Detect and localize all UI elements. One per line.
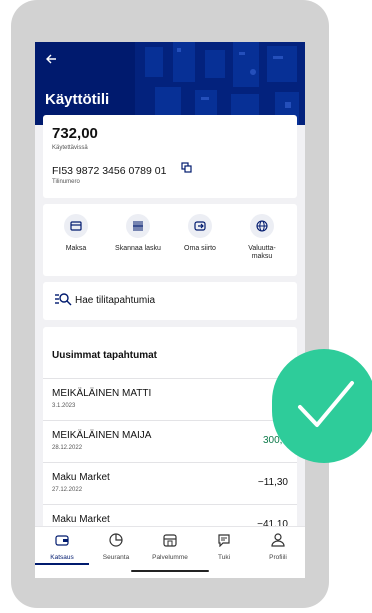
tab-support[interactable]: Tuki — [197, 533, 251, 561]
globe-icon — [256, 220, 268, 232]
pay-label: Maksa — [65, 245, 87, 252]
tab-tracking-label: Seuranta — [102, 554, 130, 561]
chart-icon — [109, 533, 123, 547]
transactions-title: Uusimmat tapahtumat — [52, 350, 158, 361]
transaction-row[interactable]: MEIKÄLÄINEN MAIJA 28.12.2022 300,0 — [43, 420, 297, 461]
transaction-name: Maku Market — [52, 514, 110, 525]
scan-invoice-button[interactable]: Skannaa lasku — [109, 214, 167, 253]
header-pattern — [135, 42, 305, 125]
home-indicator — [131, 570, 209, 572]
tab-overview-label: Katsaus — [50, 554, 74, 561]
services-icon — [163, 534, 177, 547]
currency-payment-label-line2: maksu — [251, 253, 273, 260]
own-transfer-label: Oma siirto — [184, 245, 216, 252]
tab-services[interactable]: Palvelumme — [143, 533, 197, 561]
transaction-name: MEIKÄLÄINEN MATTI — [52, 388, 152, 399]
arrow-left-icon — [46, 54, 56, 64]
tab-profile[interactable]: Profiili — [251, 533, 305, 561]
chat-icon — [218, 534, 230, 548]
user-icon — [271, 533, 285, 547]
balance-amount: 732,00 — [52, 125, 98, 142]
scan-invoice-label: Skannaa lasku — [115, 245, 161, 252]
quick-actions: Maksa Skannaa lasku Oma siirto Valuutta-… — [43, 204, 297, 276]
bottom-tab-bar: Katsaus Seuranta Palvelumme Tuki Profiil… — [35, 526, 305, 578]
search-icon — [55, 293, 72, 306]
barcode-icon — [133, 221, 143, 231]
tab-overview[interactable]: Katsaus — [35, 533, 89, 561]
back-button[interactable] — [45, 53, 57, 68]
transaction-name: Maku Market — [52, 472, 110, 483]
transaction-date: 3.1.2023 — [52, 403, 76, 409]
transaction-row[interactable]: Maku Market 27.12.2022 −11,30 — [43, 462, 297, 503]
account-card: 732,00 Käytettävissä FI53 9872 3456 0789… — [43, 115, 297, 198]
tab-tracking[interactable]: Seuranta — [89, 533, 143, 561]
copy-icon — [181, 162, 192, 173]
account-number: FI53 9872 3456 0789 01 — [52, 165, 167, 177]
transaction-name: MEIKÄLÄINEN MAIJA — [52, 430, 152, 441]
tab-support-label: Tuki — [217, 554, 231, 561]
copy-button[interactable] — [181, 162, 192, 176]
app-header: Käyttötili — [35, 42, 305, 125]
pay-button[interactable]: Maksa — [47, 214, 105, 253]
tab-services-label: Palvelumme — [152, 554, 188, 561]
success-checkmark — [272, 349, 372, 463]
transaction-row[interactable]: MEIKÄLÄINEN MATTI 3.1.2023 30 — [43, 378, 297, 419]
search-label: Hae tilitapahtumia — [75, 295, 156, 306]
card-icon — [70, 221, 82, 231]
checkmark-icon — [298, 381, 354, 427]
account-number-caption: Tilinumero — [52, 179, 80, 185]
transfer-icon — [194, 221, 206, 231]
transaction-date: 27.12.2022 — [52, 487, 83, 493]
currency-payment-label-line1: Valuutta- — [248, 245, 276, 252]
currency-payment-label: Valuutta- maksu — [233, 245, 291, 261]
currency-payment-button[interactable]: Valuutta- maksu — [233, 214, 291, 261]
transaction-date: 28.12.2022 — [52, 445, 83, 451]
transaction-search[interactable]: Hae tilitapahtumia — [43, 282, 297, 320]
transaction-amount: −11,30 — [257, 477, 288, 488]
phone-screen: Käyttötili 732,00 Käytettävissä FI53 987… — [35, 42, 305, 578]
wallet-icon — [55, 535, 69, 546]
active-tab-indicator — [35, 563, 89, 565]
balance-caption: Käytettävissä — [52, 145, 88, 151]
own-transfer-button[interactable]: Oma siirto — [171, 214, 229, 253]
tab-profile-label: Profiili — [269, 554, 287, 561]
page-title: Käyttötili — [45, 91, 110, 108]
